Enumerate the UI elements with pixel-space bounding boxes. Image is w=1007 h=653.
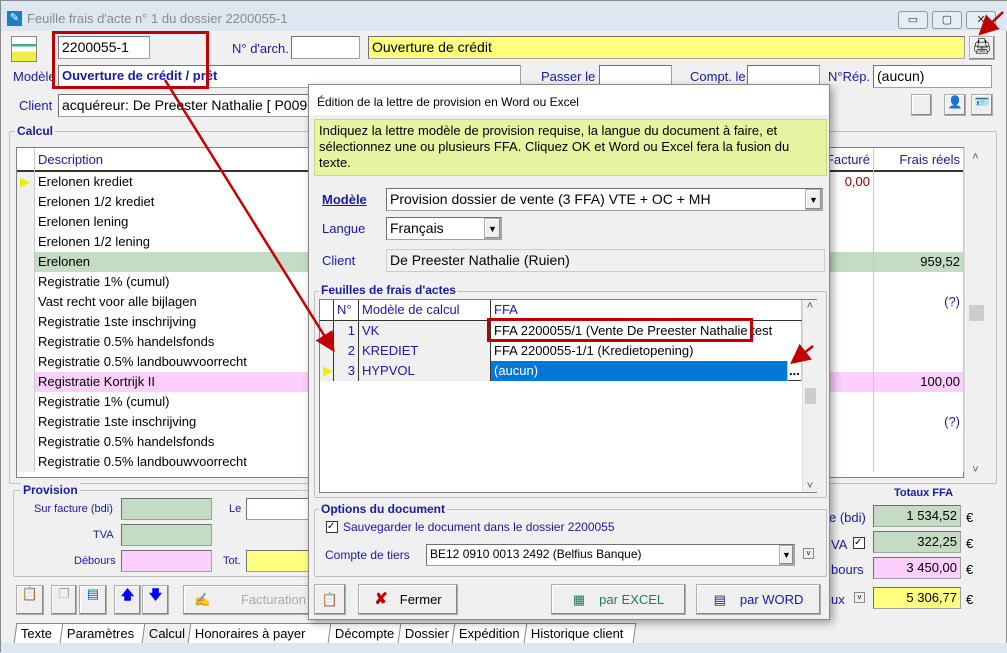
arrow-to-ellipsis [790,343,814,365]
annotation-arrows [163,11,1004,365]
arrow-to-print [978,11,1004,36]
arrow-to-ffa-row [163,79,335,353]
